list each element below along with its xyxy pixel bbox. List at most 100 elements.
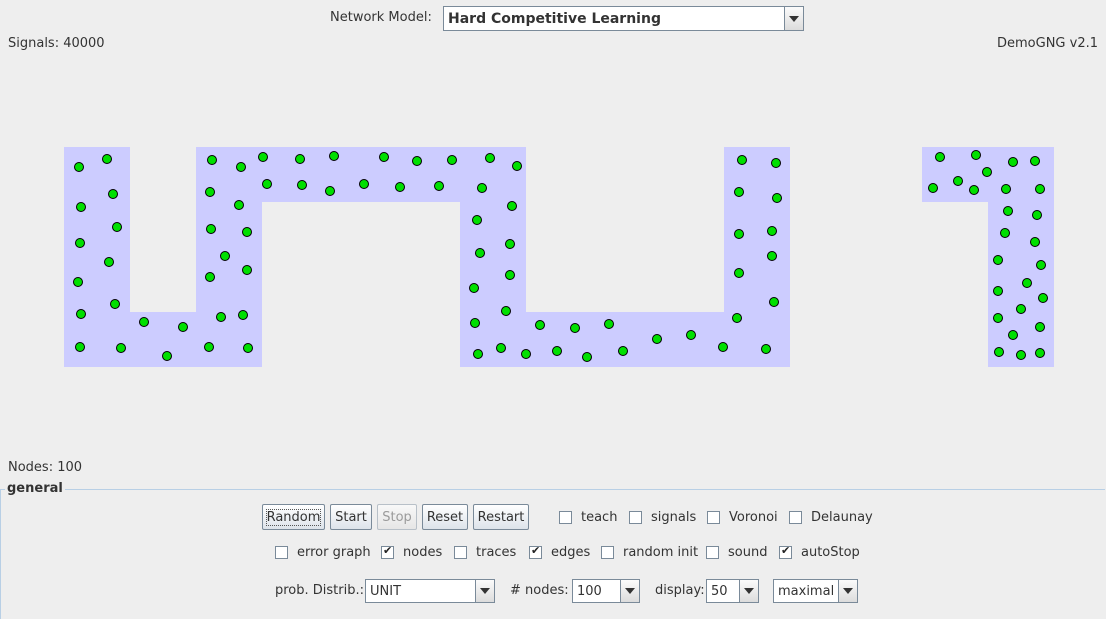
checkbox-box[interactable] (529, 544, 542, 559)
network-node (469, 283, 479, 293)
network-node (552, 346, 562, 356)
edges-checkbox[interactable]: edges (529, 544, 590, 560)
network-node (258, 152, 268, 162)
stop-button[interactable]: Stop (377, 504, 417, 530)
network-node (935, 152, 945, 162)
chevron-down-icon[interactable] (838, 580, 857, 602)
chevron-down-icon[interactable] (739, 580, 758, 602)
random-button[interactable]: Random (262, 504, 325, 530)
network-node (1038, 293, 1048, 303)
network-model-value: Hard Competitive Learning (448, 10, 661, 27)
network-node (242, 265, 252, 275)
speed-value: maximal (778, 583, 835, 599)
restart-button[interactable]: Restart (473, 504, 529, 530)
autostop-checkbox[interactable]: autoStop (779, 544, 860, 560)
network-node (262, 179, 272, 189)
network-node (76, 309, 86, 319)
reset-button[interactable]: Reset (422, 504, 468, 530)
network-node (505, 270, 515, 280)
version-label: DemoGNG v2.1 (997, 36, 1098, 51)
display-value: 50 (711, 583, 728, 599)
checkbox-box[interactable] (779, 544, 792, 559)
network-node (971, 150, 981, 160)
num-nodes-label: # nodes: (510, 583, 569, 598)
error-graph-checkbox[interactable]: error graph (275, 544, 371, 560)
network-node (242, 227, 252, 237)
signals-checkbox[interactable]: signals (629, 509, 696, 525)
nodes-checkbox[interactable]: nodes (381, 544, 442, 560)
network-node (512, 161, 522, 171)
network-node (473, 349, 483, 359)
speed-dropdown[interactable]: maximal (773, 579, 858, 603)
network-node (535, 320, 545, 330)
network-node (582, 352, 592, 362)
signal-distribution-canvas[interactable] (0, 0, 1106, 470)
network-node (734, 229, 744, 239)
network-node (76, 202, 86, 212)
prob-distrib-dropdown[interactable]: UNIT (365, 579, 495, 603)
general-panel-title: general (5, 481, 65, 496)
display-dropdown[interactable]: 50 (706, 579, 759, 603)
chevron-down-icon[interactable] (620, 580, 639, 602)
network-node (110, 299, 120, 309)
network-node (767, 251, 777, 261)
network-node (329, 151, 339, 161)
checkbox-box[interactable] (381, 544, 394, 559)
checkbox-box[interactable] (601, 545, 614, 559)
network-node (447, 155, 457, 165)
network-node (116, 343, 126, 353)
network-node (359, 179, 369, 189)
network-node (501, 306, 511, 316)
checkbox-box[interactable] (789, 510, 802, 524)
probability-region (64, 147, 1054, 367)
sound-checkbox[interactable]: sound (706, 544, 767, 560)
network-node (1035, 348, 1045, 358)
region-fourth-bar (724, 147, 790, 367)
network-node (477, 183, 487, 193)
network-node (206, 224, 216, 234)
start-button[interactable]: Start (330, 504, 372, 530)
network-node (485, 153, 495, 163)
network-node (236, 162, 246, 172)
network-model-dropdown[interactable]: Hard Competitive Learning (443, 6, 804, 31)
network-node (982, 167, 992, 177)
network-node (234, 200, 244, 210)
network-node (379, 152, 389, 162)
nodes-counter: Nodes: 100 (8, 460, 83, 475)
network-node (652, 334, 662, 344)
network-node (771, 158, 781, 168)
prob-distrib-value: UNIT (370, 583, 402, 599)
network-node (505, 239, 515, 249)
network-node (1022, 278, 1032, 288)
network-node (74, 162, 84, 172)
network-node (734, 268, 744, 278)
traces-checkbox[interactable]: traces (454, 544, 516, 560)
network-node (718, 342, 728, 352)
network-node (618, 346, 628, 356)
teach-checkbox[interactable]: teach (559, 509, 617, 525)
checkbox-box[interactable] (629, 510, 642, 524)
checkbox-box[interactable] (559, 510, 572, 524)
checkbox-box[interactable] (707, 510, 720, 524)
checkbox-box[interactable] (275, 545, 288, 559)
network-node (1030, 237, 1040, 247)
network-node (1035, 184, 1045, 194)
network-node (761, 344, 771, 354)
network-node (1003, 206, 1013, 216)
network-node (412, 156, 422, 166)
network-node (139, 317, 149, 327)
network-node (1036, 260, 1046, 270)
voronoi-checkbox[interactable]: Voronoi (707, 509, 778, 525)
network-node (769, 297, 779, 307)
delaunay-checkbox[interactable]: Delaunay (789, 509, 873, 525)
checkbox-box[interactable] (454, 545, 467, 559)
random-init-checkbox[interactable]: random init (601, 544, 698, 560)
chevron-down-icon[interactable] (475, 580, 494, 602)
num-nodes-dropdown[interactable]: 100 (572, 579, 640, 603)
network-node (767, 226, 777, 236)
network-node (1008, 157, 1018, 167)
checkbox-box[interactable] (706, 545, 719, 559)
network-node (295, 154, 305, 164)
network-node (734, 187, 744, 197)
chevron-down-icon[interactable] (784, 7, 803, 30)
